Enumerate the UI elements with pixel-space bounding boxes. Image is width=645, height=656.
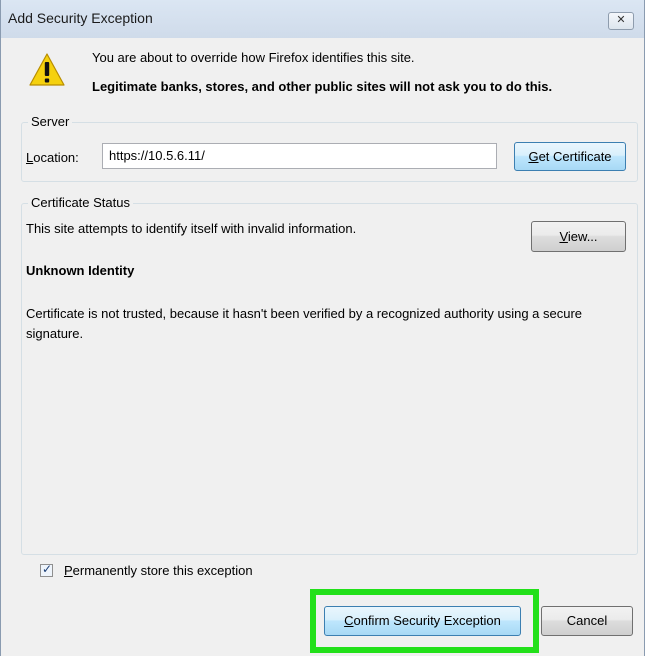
view-button[interactable]: View... — [531, 221, 626, 252]
certificate-status-label: Certificate Status — [28, 195, 133, 210]
dialog-title: Add Security Exception — [8, 10, 153, 26]
checkmark-icon: ✓ — [42, 562, 53, 576]
permanent-store-label[interactable]: Permanently store this exception — [64, 563, 253, 578]
close-icon: ✕ — [616, 14, 626, 26]
confirm-security-exception-button[interactable]: Confirm Security Exception — [324, 606, 521, 636]
cancel-button[interactable]: Cancel — [541, 606, 633, 636]
security-exception-dialog: Add Security Exception ✕ You are about t… — [0, 0, 645, 656]
server-group-label: Server — [28, 114, 73, 129]
location-label: Location: — [26, 150, 79, 165]
status-detail: Certificate is not trusted, because it h… — [26, 306, 583, 341]
permanent-store-checkbox[interactable]: ✓ — [40, 562, 53, 577]
override-message: You are about to override how Firefox id… — [92, 50, 415, 65]
warning-icon — [29, 53, 65, 86]
warning-message: Legitimate banks, stores, and other publ… — [92, 79, 553, 94]
title-bar: Add Security Exception ✕ — [1, 0, 644, 38]
status-heading: Unknown Identity — [26, 263, 135, 278]
status-summary: This site attempts to identify itself wi… — [26, 221, 357, 236]
get-certificate-button[interactable]: Get Certificate — [514, 142, 626, 171]
certificate-status-group: Certificate Status — [21, 195, 638, 555]
dialog-body: You are about to override how Firefox id… — [9, 38, 638, 656]
close-button[interactable]: ✕ — [608, 12, 634, 30]
location-input[interactable]: https://10.5.6.11/ — [102, 143, 497, 169]
